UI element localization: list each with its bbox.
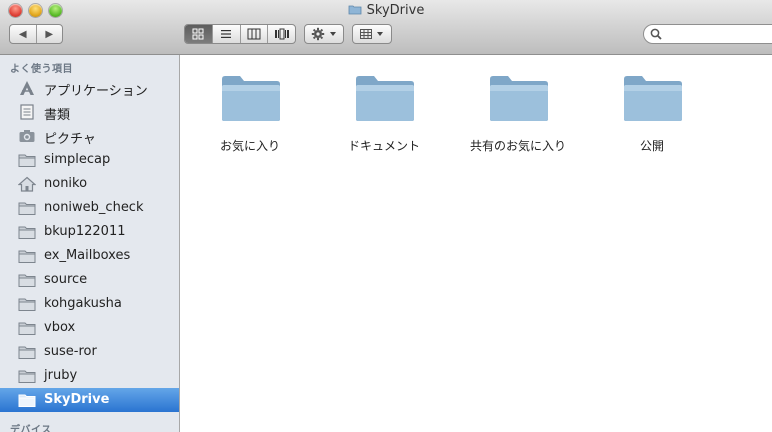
sidebar-item-label: suse-ror bbox=[44, 344, 97, 359]
folder-name: 共有のお気に入り bbox=[469, 139, 566, 153]
sidebar-item-label: ex_Mailboxes bbox=[44, 248, 131, 263]
back-forward-group: ◀ ▶ bbox=[9, 24, 63, 44]
sidebar-item-skydrive[interactable]: SkyDrive bbox=[0, 388, 179, 412]
chevron-down-icon bbox=[377, 32, 383, 36]
sidebar-item-label: source bbox=[44, 272, 88, 287]
sidebar-item-ex-mailboxes[interactable]: ex_Mailboxes bbox=[0, 244, 179, 268]
sidebar-item-applications[interactable]: アプリケーション bbox=[0, 76, 179, 100]
folder-icon bbox=[490, 76, 548, 121]
folder-item[interactable]: 共有のお気に入り bbox=[453, 59, 583, 153]
list-view-button[interactable] bbox=[211, 25, 240, 43]
sidebar-item-label: 書類 bbox=[44, 108, 71, 123]
arrange-menu-button[interactable] bbox=[352, 24, 392, 44]
folder-icon bbox=[18, 322, 36, 335]
documents-icon bbox=[20, 104, 34, 120]
sidebar-item-label: kohgakusha bbox=[44, 296, 122, 311]
sidebar-item-noniweb-check[interactable]: noniweb_check bbox=[0, 196, 179, 220]
file-browser-content: お気に入り ドキュメント 共有のお気に入り 公開 bbox=[180, 55, 772, 432]
folder-name: お気に入り bbox=[219, 139, 280, 153]
camera-icon bbox=[19, 130, 35, 142]
coverflow-view-button[interactable] bbox=[267, 25, 295, 43]
sidebar-item-noniko[interactable]: noniko bbox=[0, 172, 179, 196]
gear-icon bbox=[311, 27, 325, 41]
folder-icon bbox=[18, 298, 36, 311]
folder-icon bbox=[18, 370, 36, 383]
window-title-text: SkyDrive bbox=[366, 3, 425, 18]
folder-icon bbox=[348, 5, 362, 15]
sidebar-item-label: SkyDrive bbox=[44, 392, 110, 407]
window-title: SkyDrive bbox=[0, 3, 772, 18]
folder-icon bbox=[18, 346, 36, 359]
sidebar-item-source[interactable]: source bbox=[0, 268, 179, 292]
view-mode-group bbox=[184, 24, 296, 44]
sidebar-heading-devices: デバイス bbox=[10, 425, 52, 432]
folder-icon bbox=[18, 394, 36, 407]
sidebar-item-label: vbox bbox=[44, 320, 76, 335]
folder-icon bbox=[18, 226, 36, 239]
folder-icon bbox=[624, 76, 682, 121]
sidebar-item-kohgakusha[interactable]: kohgakusha bbox=[0, 292, 179, 316]
finder-window: SkyDrive ◀ ▶ よく使う項目 アプリケーション 書類 ピクチャ sim… bbox=[0, 0, 772, 432]
folder-item[interactable]: お気に入り bbox=[185, 59, 315, 153]
column-view-button[interactable] bbox=[239, 25, 268, 43]
sidebar-heading-favorites: よく使う項目 bbox=[10, 64, 73, 75]
folder-icon bbox=[222, 76, 280, 121]
sidebar: よく使う項目 アプリケーション 書類 ピクチャ simplecap noniko… bbox=[0, 55, 180, 432]
back-arrow-icon: ◀ bbox=[18, 28, 27, 40]
folder-icon bbox=[18, 274, 36, 287]
back-button[interactable]: ◀ bbox=[10, 25, 36, 43]
home-icon bbox=[18, 176, 36, 192]
column-view-icon bbox=[247, 28, 261, 40]
search-field[interactable] bbox=[643, 24, 772, 44]
icon-view-icon bbox=[192, 28, 204, 40]
sidebar-item-label: bkup122011 bbox=[44, 224, 126, 239]
folder-icon bbox=[356, 76, 414, 121]
folder-item[interactable]: 公開 bbox=[587, 59, 717, 153]
folder-name: 公開 bbox=[639, 139, 664, 153]
sidebar-item-label: simplecap bbox=[44, 152, 111, 167]
action-menu-button[interactable] bbox=[304, 24, 344, 44]
coverflow-view-icon bbox=[274, 28, 289, 40]
sidebar-item-vbox[interactable]: vbox bbox=[0, 316, 179, 340]
forward-arrow-icon: ▶ bbox=[45, 28, 54, 40]
folder-item[interactable]: ドキュメント bbox=[319, 59, 449, 153]
sidebar-item-label: ピクチャ bbox=[44, 132, 96, 147]
icon-view-button[interactable] bbox=[185, 25, 212, 43]
applications-icon bbox=[20, 81, 34, 95]
sidebar-item-label: jruby bbox=[44, 368, 78, 383]
sidebar-item-label: noniweb_check bbox=[44, 200, 144, 215]
sidebar-item-label: アプリケーション bbox=[44, 84, 148, 99]
sidebar-item-simplecap[interactable]: simplecap bbox=[0, 148, 179, 172]
sidebar-item-label: noniko bbox=[44, 176, 88, 191]
list-view-icon bbox=[221, 30, 232, 38]
folder-icon bbox=[18, 202, 36, 215]
search-icon bbox=[650, 28, 662, 40]
sidebar-item-documents[interactable]: 書類 bbox=[0, 100, 179, 124]
forward-button[interactable]: ▶ bbox=[35, 25, 63, 43]
folder-icon bbox=[18, 250, 36, 263]
chevron-down-icon bbox=[330, 32, 336, 36]
sidebar-item-suse-ror[interactable]: suse-ror bbox=[0, 340, 179, 364]
sidebar-item-pictures[interactable]: ピクチャ bbox=[0, 124, 179, 148]
arrange-grid-icon bbox=[360, 29, 372, 39]
folder-icon bbox=[18, 154, 36, 167]
folder-name: ドキュメント bbox=[347, 139, 420, 153]
sidebar-item-bkup122011[interactable]: bkup122011 bbox=[0, 220, 179, 244]
sidebar-item-jruby[interactable]: jruby bbox=[0, 364, 179, 388]
title-toolbar: SkyDrive ◀ ▶ bbox=[0, 0, 772, 55]
